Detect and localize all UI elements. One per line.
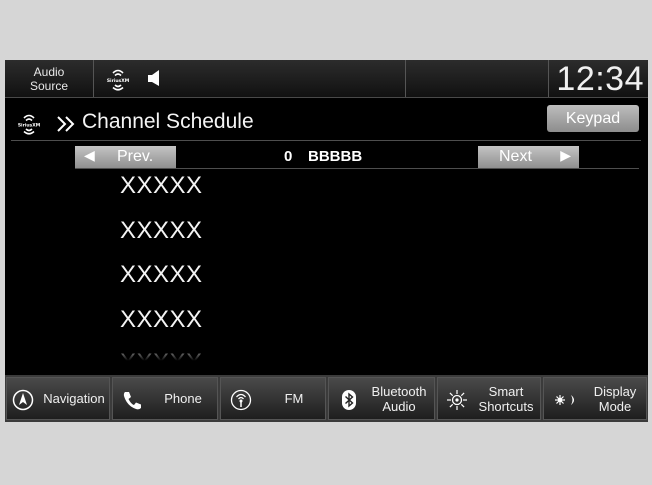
prev-label: Prev. bbox=[117, 148, 154, 165]
smart-label-line1: Smart bbox=[488, 383, 524, 399]
svg-text:SiriusXM: SiriusXM bbox=[18, 123, 40, 129]
display-label-line1: Display bbox=[593, 383, 637, 399]
compass-icon bbox=[12, 389, 34, 411]
bluetooth-label-line1: Bluetooth bbox=[371, 383, 427, 399]
bluetooth-audio-button[interactable]: Bluetooth Audio bbox=[328, 377, 435, 420]
divider bbox=[11, 140, 641, 141]
prev-button[interactable]: ◀ Prev. bbox=[75, 146, 176, 168]
speaker-icon bbox=[148, 70, 159, 86]
smart-shortcuts-button[interactable]: Smart Shortcuts bbox=[437, 377, 541, 420]
keypad-button[interactable]: Keypad bbox=[547, 105, 639, 132]
phone-label: Phone bbox=[164, 391, 202, 406]
bottom-nav-bar: Navigation Phone FM Bluetooth Audio Smar… bbox=[5, 375, 648, 422]
next-button[interactable]: Next ▶ bbox=[478, 146, 579, 168]
phone-icon bbox=[123, 392, 141, 410]
channel-number: 0 bbox=[284, 148, 293, 165]
schedule-item[interactable]: XXXXX bbox=[120, 172, 203, 200]
schedule-item-partial[interactable]: XXXXX bbox=[120, 348, 203, 366]
audio-source-button[interactable]: Audio Source bbox=[5, 60, 94, 97]
arrow-right-icon: ▶ bbox=[560, 147, 571, 163]
status-divider bbox=[405, 60, 406, 97]
schedule-item[interactable]: XXXXX bbox=[120, 306, 203, 334]
display-mode-label: Display Mode bbox=[584, 378, 646, 419]
smart-label-line2: Shortcuts bbox=[478, 398, 534, 414]
fm-label: FM bbox=[284, 391, 304, 406]
brightness-moon-icon bbox=[555, 395, 574, 405]
status-bar: Audio Source SiriusXM 12:34 bbox=[5, 60, 648, 98]
clock: 12:34 bbox=[556, 60, 644, 98]
channel-name: BBBBB bbox=[308, 148, 363, 165]
display-label-line2: Mode bbox=[598, 398, 632, 414]
schedule-item[interactable]: XXXXX bbox=[120, 261, 203, 289]
smart-shortcuts-icon bbox=[447, 390, 467, 410]
siriusxm-icon: SiriusXM bbox=[18, 114, 40, 135]
radio-antenna-icon bbox=[230, 389, 252, 411]
siriusxm-icon: SiriusXM bbox=[107, 69, 129, 91]
infotainment-screen: Audio Source SiriusXM 12:34 SiriusXM Cha… bbox=[5, 60, 648, 422]
page-title: Channel Schedule bbox=[82, 110, 254, 133]
schedule-item[interactable]: XXXXX bbox=[120, 217, 203, 245]
smart-shortcuts-label: Smart Shortcuts bbox=[472, 378, 540, 419]
chevron-right-icon bbox=[57, 116, 75, 132]
audio-source-label-line2: Source bbox=[29, 78, 69, 93]
navigation-button[interactable]: Navigation bbox=[6, 377, 110, 420]
navigation-label: Navigation bbox=[43, 391, 105, 406]
bluetooth-label-line2: Audio bbox=[382, 398, 416, 414]
fm-button[interactable]: FM bbox=[220, 377, 326, 420]
svg-text:SiriusXM: SiriusXM bbox=[107, 78, 129, 84]
bluetooth-audio-label: Bluetooth Audio bbox=[364, 378, 434, 419]
bluetooth-icon bbox=[342, 390, 356, 410]
phone-button[interactable]: Phone bbox=[112, 377, 218, 420]
arrow-left-icon: ◀ bbox=[84, 147, 95, 163]
divider bbox=[75, 168, 639, 169]
audio-source-label-line1: Audio bbox=[33, 64, 65, 79]
display-mode-button[interactable]: Display Mode bbox=[543, 377, 647, 420]
next-label: Next bbox=[499, 148, 532, 165]
status-divider bbox=[548, 60, 549, 97]
